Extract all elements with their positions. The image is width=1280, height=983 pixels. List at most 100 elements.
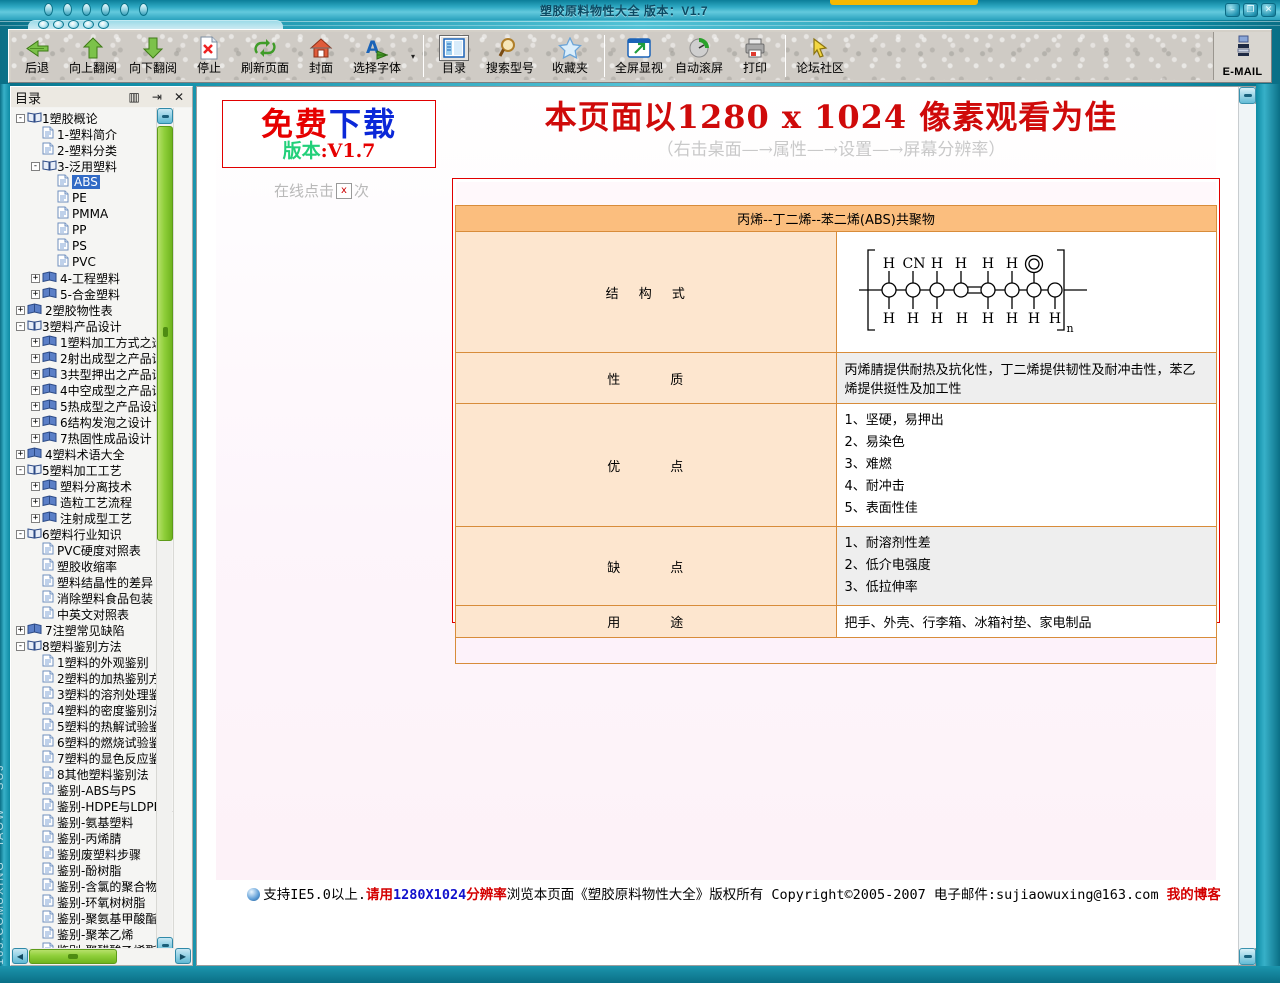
tree-node[interactable]: 1-塑料简介 <box>12 126 174 142</box>
tree-node[interactable]: 鉴别-酚树脂 <box>12 862 174 878</box>
tree-node[interactable]: PE <box>12 190 174 206</box>
tree-collapse-toggle[interactable]: - <box>16 529 25 539</box>
tree-expand-toggle[interactable]: + <box>31 289 40 299</box>
tree-node[interactable]: 中英文对照表 <box>12 606 174 622</box>
stop-button[interactable]: 停止 <box>183 32 235 80</box>
choose-font-button[interactable]: A 选择字体 <box>347 32 407 80</box>
tree-node[interactable]: PVC <box>12 254 174 270</box>
tree-node[interactable]: ABS <box>12 174 174 190</box>
tree-node[interactable]: +4中空成型之产品设 <box>12 382 174 398</box>
scroll-left-button[interactable]: ◀ <box>12 948 28 964</box>
tree-node[interactable]: 塑料结晶性的差异 <box>12 574 174 590</box>
fullscreen-button[interactable]: 全屏显视 <box>609 32 669 80</box>
print-button[interactable]: 打印 <box>729 32 781 80</box>
sidebar-vertical-scrollbar[interactable] <box>156 108 173 953</box>
tree-node[interactable]: 鉴别-ABS与PS <box>12 782 174 798</box>
toolbar-overflow-caret[interactable]: ▾ <box>407 32 419 80</box>
tree-expand-toggle[interactable]: + <box>31 497 40 507</box>
content-vertical-scrollbar[interactable] <box>1238 87 1256 965</box>
tree-node[interactable]: + 造粒工艺流程 <box>12 494 174 510</box>
hscroll-track[interactable] <box>117 948 175 964</box>
tree-node[interactable]: - 5塑料加工工艺 <box>12 462 174 478</box>
tree-expand-toggle[interactable]: + <box>31 369 40 379</box>
tree-node[interactable]: 4塑料的密度鉴别法 <box>12 702 174 718</box>
tree-node[interactable]: 2-塑料分类 <box>12 142 174 158</box>
tree-node[interactable]: + 塑料分离技术 <box>12 478 174 494</box>
tree-expand-toggle[interactable]: + <box>31 433 40 443</box>
tree-node[interactable]: PS <box>12 238 174 254</box>
tree-node[interactable]: 3塑料的溶剂处理鉴 <box>12 686 174 702</box>
tree-node[interactable]: 鉴别-环氧树树脂 <box>12 894 174 910</box>
tree-node[interactable]: +7注塑常见缺陷 <box>12 622 174 638</box>
tree-node[interactable]: - 1塑胶概论 <box>12 110 174 126</box>
tree-node[interactable]: 塑胶收缩率 <box>12 558 174 574</box>
tree-node[interactable]: 鉴别-聚苯乙烯 <box>12 926 174 942</box>
tree-node[interactable]: 鉴别-丙烯腈 <box>12 830 174 846</box>
tree-expand-toggle[interactable]: + <box>31 385 40 395</box>
tree-expand-toggle[interactable]: + <box>31 513 40 523</box>
tree-node[interactable]: +2塑胶物性表 <box>12 302 174 318</box>
tree-node[interactable]: + 注射成型工艺 <box>12 510 174 526</box>
autoscroll-button[interactable]: 自动滚屏 <box>669 32 729 80</box>
tree-node[interactable]: PP <box>12 222 174 238</box>
favorites-button[interactable]: 收藏夹 <box>540 32 600 80</box>
tree-expand-toggle[interactable]: + <box>31 353 40 363</box>
close-button[interactable]: ✕ <box>1261 3 1276 17</box>
tree-node[interactable]: 鉴别-含氯的聚合物 <box>12 878 174 894</box>
tree-collapse-toggle[interactable]: - <box>16 113 25 123</box>
refresh-button[interactable]: 刷新页面 <box>235 32 295 80</box>
tree-expand-toggle[interactable]: + <box>16 305 25 315</box>
tree-collapse-toggle[interactable]: - <box>16 641 25 651</box>
tree-node[interactable]: +4-工程塑料 <box>12 270 174 286</box>
tree-node[interactable]: 1塑料的外观鉴别 <box>12 654 174 670</box>
forum-button[interactable]: 论坛社区 <box>790 32 850 80</box>
tree-node[interactable]: 2塑料的加热鉴别方 <box>12 670 174 686</box>
hscroll-thumb[interactable] <box>29 948 117 964</box>
content-scroll-up-button[interactable] <box>1239 87 1256 104</box>
contents-tree[interactable]: - 1塑胶概论 1-塑料简介 2-塑料分类 - 3-泛用塑料 ABS PE PMMA PP PS PV… <box>12 108 174 953</box>
tree-node[interactable]: 5塑料的热解试验鉴 <box>12 718 174 734</box>
tree-expand-toggle[interactable]: + <box>31 337 40 347</box>
contents-button[interactable]: 目录 <box>428 32 480 80</box>
tree-node[interactable]: PVC硬度对照表 <box>12 542 174 558</box>
tree-node[interactable]: - 8塑料鉴别方法 <box>12 638 174 654</box>
tree-node[interactable]: PMMA <box>12 206 174 222</box>
minimize-button[interactable]: – <box>1225 3 1240 17</box>
tree-collapse-toggle[interactable]: - <box>16 465 25 475</box>
page-down-button[interactable]: 向下翻阅 <box>123 32 183 80</box>
footer-blog-link[interactable]: 我的博客 <box>1167 887 1221 903</box>
content-scroll-track[interactable] <box>1239 104 1256 948</box>
tree-expand-toggle[interactable]: + <box>16 625 25 635</box>
tree-node[interactable]: 6塑料的燃烧试验鉴 <box>12 734 174 750</box>
tree-node[interactable]: 鉴别-聚氨基甲酸酯 <box>12 910 174 926</box>
tree-node[interactable]: 8其他塑料鉴别法 <box>12 766 174 782</box>
tree-node[interactable]: 鉴别-氨基塑料 <box>12 814 174 830</box>
search-model-button[interactable]: 搜索型号 <box>480 32 540 80</box>
tree-expand-toggle[interactable]: + <box>31 401 40 411</box>
scroll-right-button[interactable]: ▶ <box>175 948 191 964</box>
close-icon[interactable]: ✕ <box>174 91 184 103</box>
tree-node[interactable]: +1塑料加工方式之选 <box>12 334 174 350</box>
maximize-button[interactable]: ❐ <box>1243 3 1258 17</box>
tree-expand-toggle[interactable]: + <box>16 449 25 459</box>
scroll-up-button[interactable] <box>157 108 173 124</box>
content-scroll-down-button[interactable] <box>1239 948 1256 965</box>
page-up-button[interactable]: 向上翻阅 <box>63 32 123 80</box>
tree-node[interactable]: +4塑料术语大全 <box>12 446 174 462</box>
tree-node[interactable]: +2射出成型之产品设 <box>12 350 174 366</box>
tree-node[interactable]: 鉴别废塑料步骤 <box>12 846 174 862</box>
tree-node[interactable]: 消除塑料食品包装 <box>12 590 174 606</box>
tree-node[interactable]: +3共型押出之产品设 <box>12 366 174 382</box>
pin-icon[interactable]: ⇥ <box>152 91 162 103</box>
back-button[interactable]: 后退 <box>11 32 63 80</box>
split-pane-icon[interactable]: ▥ <box>129 91 140 103</box>
tree-node[interactable]: +5-合金塑料 <box>12 286 174 302</box>
tree-expand-toggle[interactable]: + <box>31 273 40 283</box>
tree-node[interactable]: - 3-泛用塑料 <box>12 158 174 174</box>
sidebar-horizontal-scrollbar[interactable]: ◀ ▶ <box>12 948 191 964</box>
tree-expand-toggle[interactable]: + <box>31 481 40 491</box>
tree-collapse-toggle[interactable]: - <box>16 321 25 331</box>
tree-node[interactable]: +5热成型之产品设计 <box>12 398 174 414</box>
tree-node[interactable]: +7热固性成品设计 <box>12 430 174 446</box>
tree-node[interactable]: 7塑料的显色反应鉴 <box>12 750 174 766</box>
